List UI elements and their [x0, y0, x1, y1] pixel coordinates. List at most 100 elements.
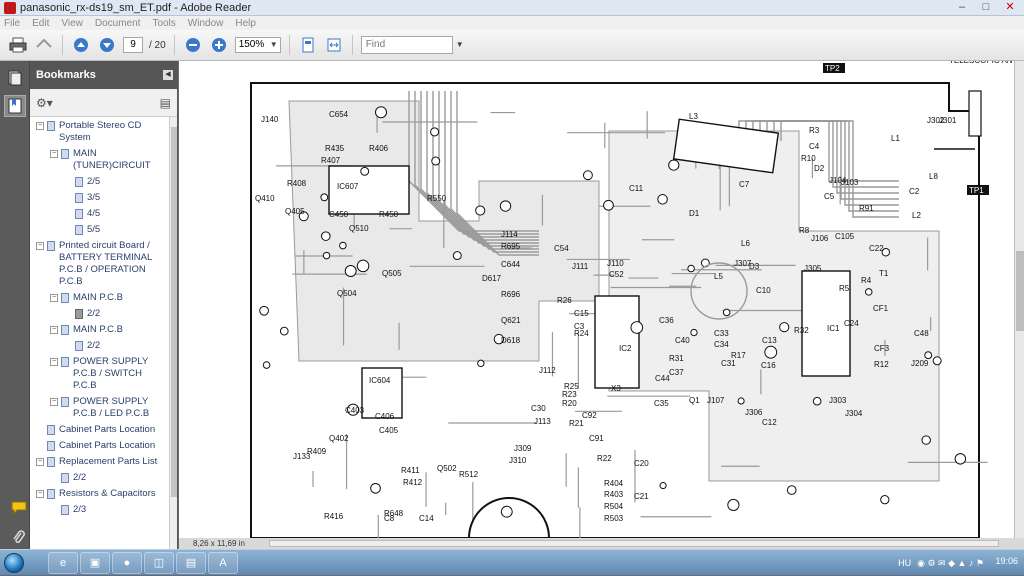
pcb-label: R435	[325, 144, 345, 153]
start-button[interactable]	[0, 550, 48, 576]
print-icon[interactable]	[8, 35, 28, 55]
bookmark-item[interactable]: − Replacement Parts List	[30, 456, 177, 468]
zoom-select[interactable]: 150% ▼	[234, 37, 281, 53]
collapse-toggle-icon[interactable]: −	[36, 458, 44, 466]
find-placeholder: Find	[365, 39, 386, 50]
menu-tools[interactable]: Tools	[152, 18, 175, 29]
menu-help[interactable]: Help	[235, 18, 256, 29]
page-number-input[interactable]: 9	[123, 37, 143, 53]
horizontal-scrollbar[interactable]	[269, 540, 999, 547]
bookmark-item[interactable]: 2/5	[30, 176, 177, 188]
pcb-layout-drawing: TP2 TP1 TELESCOPIC ANTENNA J140 C654 R435 R406…	[250, 61, 1014, 538]
scrollbar-thumb[interactable]	[1016, 251, 1024, 331]
pcb-pad	[430, 127, 440, 137]
collapse-toggle-icon[interactable]: −	[36, 490, 44, 498]
bookmark-page-icon	[75, 341, 83, 351]
menu-window[interactable]: Window	[188, 18, 224, 29]
options-gear-icon[interactable]: ⚙▾	[36, 96, 53, 110]
pcb-label: IC607	[337, 182, 359, 191]
pcb-label: J114	[501, 230, 518, 239]
pcb-pad	[477, 359, 485, 368]
scrollbar-thumb[interactable]	[171, 127, 177, 497]
taskbar-app-button[interactable]: A	[208, 551, 238, 574]
taskbar-app-button[interactable]: ▤	[176, 551, 206, 574]
pcb-label: R31	[669, 354, 684, 363]
taskbar-app-button[interactable]: ◫	[144, 551, 174, 574]
document-view[interactable]: TP2 TP1 TELESCOPIC ANTENNA J140 C654 R435 R406…	[179, 61, 1014, 538]
tray-icons[interactable]: ◉ ⚙ ✉ ◆ ▲ ♪ ⚑	[917, 558, 984, 569]
fit-page-icon[interactable]	[298, 35, 318, 55]
bookmark-item[interactable]: 2/3	[30, 504, 177, 516]
bookmark-item[interactable]: − POWER SUPPLY P.C.B / SWITCH P.C.B	[30, 356, 177, 392]
taskbar-app-button[interactable]: e	[48, 551, 78, 574]
minimize-button[interactable]: –	[952, 0, 972, 14]
pcb-label: R8	[799, 226, 810, 235]
bookmark-item[interactable]: Cabinet Parts Location	[30, 440, 177, 452]
pages-icon[interactable]	[4, 67, 26, 89]
menu-bar: File Edit View Document Tools Window Hel…	[0, 16, 1024, 30]
bookmark-item[interactable]: − MAIN P.C.B	[30, 324, 177, 336]
collapse-toggle-icon[interactable]: −	[50, 398, 58, 406]
chevron-down-icon: ▼	[455, 40, 464, 49]
collapse-toggle-icon[interactable]: −	[36, 122, 44, 130]
next-page-icon[interactable]	[97, 35, 117, 55]
taskbar-app-button[interactable]: ●	[112, 551, 142, 574]
bookmark-item[interactable]: − MAIN P.C.B	[30, 292, 177, 304]
pcb-pad	[668, 159, 680, 171]
bookmark-item[interactable]: − MAIN (TUNER)CIRCUIT	[30, 148, 177, 172]
bookmark-page-icon	[47, 121, 55, 131]
collapse-toggle-icon[interactable]: −	[50, 294, 58, 302]
bookmark-item[interactable]: 2/2	[30, 308, 177, 320]
bookmark-item[interactable]: − Portable Stereo CD System	[30, 120, 177, 144]
bookmark-item[interactable]: 5/5	[30, 224, 177, 236]
bookmark-page-icon	[47, 441, 55, 451]
taskbar-app-button[interactable]: ▣	[80, 551, 110, 574]
collapse-toggle-icon[interactable]: −	[50, 150, 58, 158]
bookmark-item[interactable]: 3/5	[30, 192, 177, 204]
bookmarks-scrollbar[interactable]	[169, 117, 177, 549]
bookmark-item[interactable]: − Printed circuit Board / BATTERY TERMINA…	[30, 240, 177, 288]
fit-width-icon[interactable]	[324, 35, 344, 55]
menu-view[interactable]: View	[61, 18, 83, 29]
collapse-toggle-icon[interactable]: −	[50, 326, 58, 334]
collapse-toggle-icon[interactable]: −	[50, 358, 58, 366]
pcb-label: C22	[869, 244, 884, 253]
language-indicator[interactable]: HU	[898, 558, 911, 568]
pcb-label: R416	[324, 512, 344, 521]
zoom-value: 150%	[238, 39, 265, 50]
pcb-label: J209	[911, 359, 929, 368]
pcb-label: C403	[345, 406, 365, 415]
menu-edit[interactable]: Edit	[32, 18, 49, 29]
pcb-label: L5	[714, 272, 723, 281]
pcb-label: C11	[629, 184, 644, 193]
bookmark-item[interactable]: 4/5	[30, 208, 177, 220]
bookmark-item[interactable]: 2/2	[30, 340, 177, 352]
menu-file[interactable]: File	[4, 18, 20, 29]
bookmark-item[interactable]: − POWER SUPPLY P.C.B / LED P.C.B	[30, 396, 177, 420]
pcb-pad	[737, 397, 745, 405]
pcb-label: R23	[562, 390, 577, 399]
bookmarks-panel-icon[interactable]	[4, 95, 26, 117]
bookmarks-pane: Bookmarks ◀ ⚙▾ ▤ − Portable Stereo CD Sys…	[30, 61, 178, 549]
new-bookmark-icon[interactable]: ▤	[160, 96, 171, 110]
collaborate-icon[interactable]	[34, 35, 54, 55]
toolbar-separator	[351, 35, 353, 55]
find-input[interactable]: Find ▼	[360, 36, 464, 54]
clock[interactable]: 19:06	[995, 556, 1018, 566]
collapse-toggle-icon[interactable]: −	[36, 242, 44, 250]
bookmark-label: POWER SUPPLY P.C.B / SWITCH P.C.B	[73, 356, 149, 391]
bookmark-item[interactable]: Cabinet Parts Location	[30, 424, 177, 436]
chevron-down-icon: ▼	[269, 40, 278, 49]
collapse-pane-icon[interactable]: ◀	[163, 70, 173, 80]
bookmark-item[interactable]: 2/2	[30, 472, 177, 484]
zoom-out-icon[interactable]	[183, 35, 203, 55]
maximize-button[interactable]: □	[976, 0, 996, 14]
menu-document[interactable]: Document	[95, 18, 141, 29]
comments-icon[interactable]	[8, 497, 30, 519]
close-button[interactable]: ✕	[1000, 0, 1020, 14]
attachments-icon[interactable]	[8, 527, 30, 549]
previous-page-icon[interactable]	[71, 35, 91, 55]
zoom-in-icon[interactable]	[209, 35, 229, 55]
bookmark-item[interactable]: − Resistors & Capacitors	[30, 488, 177, 500]
vertical-scrollbar[interactable]	[1014, 61, 1024, 538]
